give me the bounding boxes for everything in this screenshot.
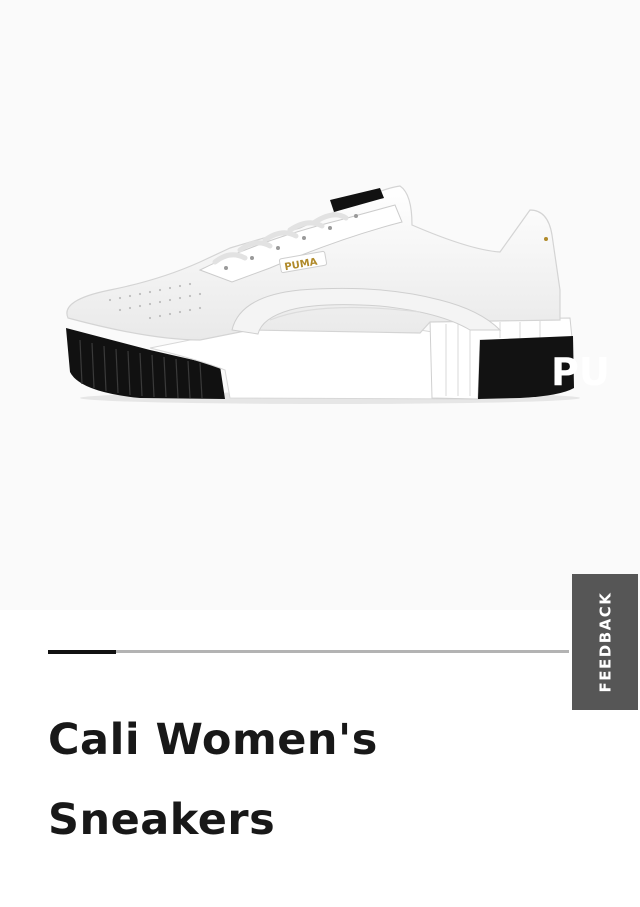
image-carousel-indicator[interactable] (48, 649, 569, 654)
feedback-label: FEEDBACK (596, 591, 614, 693)
heel-logo-text: PU (551, 350, 610, 394)
product-image: PU PUMA (66, 185, 610, 404)
product-title: Cali Women's Sneakers (48, 715, 378, 845)
carousel-progress-bar (48, 649, 116, 654)
feedback-tab[interactable]: FEEDBACK (572, 574, 638, 710)
product-image-area[interactable]: PU PUMA (0, 0, 640, 610)
